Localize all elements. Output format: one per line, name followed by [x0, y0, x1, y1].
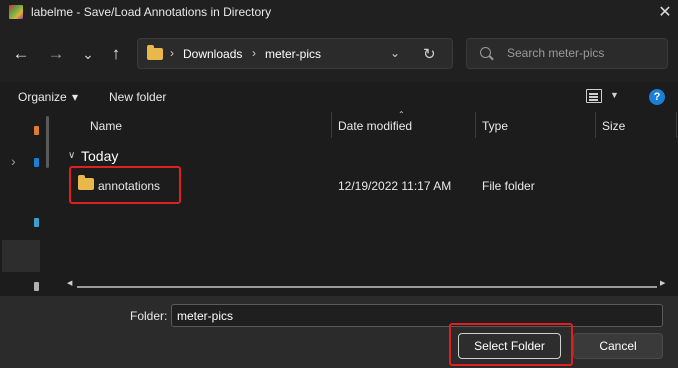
selected-nav-item[interactable]: [2, 240, 40, 272]
file-list: ⌃ Name Date modified Type Size ∨ Today a…: [60, 110, 678, 296]
view-options-caret-icon[interactable]: ▼: [610, 90, 619, 100]
arrow-left-icon: ←: [12, 44, 30, 63]
navigation-pane: ›: [0, 112, 40, 296]
file-type: File folder: [482, 179, 535, 193]
new-folder-button[interactable]: New folder: [109, 90, 166, 104]
column-header-name[interactable]: Name: [90, 119, 122, 133]
folder-field-label: Folder:: [130, 309, 168, 323]
folder-icon: [147, 45, 163, 60]
file-date-modified: 12/19/2022 11:17 AM: [338, 179, 452, 193]
dialog-footer: Folder: Select Folder Cancel: [0, 296, 678, 368]
refresh-icon[interactable]: ↻: [423, 45, 436, 63]
folder-field[interactable]: [171, 304, 663, 327]
highlight-box-annotations: [69, 166, 181, 204]
group-header-today[interactable]: Today: [81, 148, 118, 164]
column-divider[interactable]: [475, 112, 476, 138]
breadcrumb-separator-icon: ›: [252, 46, 256, 60]
view-options-icon[interactable]: [586, 89, 602, 103]
address-bar[interactable]: › Downloads › meter-pics ⌄ ↻: [137, 38, 453, 69]
search-icon: [480, 47, 491, 58]
organize-label: Organize: [18, 90, 67, 104]
column-header-type[interactable]: Type: [482, 119, 508, 133]
organize-button[interactable]: Organize ▾: [18, 90, 78, 104]
drive-icon[interactable]: [34, 218, 39, 227]
scroll-right-icon[interactable]: ▶: [660, 279, 665, 287]
group-collapse-icon[interactable]: ∨: [68, 150, 75, 161]
network-icon[interactable]: [34, 282, 39, 291]
search-input[interactable]: [507, 46, 657, 60]
cancel-button[interactable]: Cancel: [573, 333, 663, 359]
command-toolbar: Organize ▾ New folder ▼ ?: [0, 82, 678, 112]
help-icon[interactable]: ?: [649, 89, 665, 105]
labelme-app-icon: [9, 5, 23, 19]
up-button[interactable]: ↑: [104, 42, 128, 66]
expand-chevron-icon[interactable]: ›: [11, 153, 16, 169]
onedrive-icon[interactable]: [34, 158, 39, 167]
title-bar: labelme - Save/Load Annotations in Direc…: [0, 0, 678, 26]
address-dropdown-icon[interactable]: ⌄: [390, 46, 400, 60]
column-divider[interactable]: [331, 112, 332, 138]
breadcrumb-downloads[interactable]: Downloads: [183, 47, 242, 61]
forward-button[interactable]: →: [44, 42, 68, 66]
column-header-date-modified[interactable]: Date modified: [338, 119, 412, 133]
column-divider[interactable]: [595, 112, 596, 138]
recent-locations-button[interactable]: ⌄: [76, 42, 100, 66]
back-button[interactable]: ←: [9, 42, 33, 66]
sort-indicator-icon: ⌃: [398, 110, 405, 119]
quick-access-icon[interactable]: [34, 126, 39, 135]
arrow-up-icon: ↑: [111, 44, 121, 63]
navigation-pane-scrollbar[interactable]: [46, 116, 49, 168]
arrow-right-icon: →: [47, 44, 65, 63]
column-divider[interactable]: [676, 112, 677, 138]
scroll-left-icon[interactable]: ◀: [67, 279, 72, 287]
breadcrumb-meter-pics[interactable]: meter-pics: [265, 47, 321, 61]
close-icon[interactable]: ✕: [655, 3, 675, 23]
chevron-down-icon: ⌄: [82, 45, 94, 62]
search-box[interactable]: [466, 38, 668, 69]
column-header-size[interactable]: Size: [602, 119, 625, 133]
breadcrumb-separator-icon: ›: [170, 46, 174, 60]
navigation-bar: ← → ⌄ ↑ › Downloads › meter-pics ⌄ ↻: [0, 26, 678, 82]
highlight-box-select-folder: [449, 323, 573, 366]
horizontal-scrollbar[interactable]: [77, 286, 657, 288]
caret-down-icon: ▾: [72, 90, 79, 104]
window-title: labelme - Save/Load Annotations in Direc…: [31, 5, 272, 19]
